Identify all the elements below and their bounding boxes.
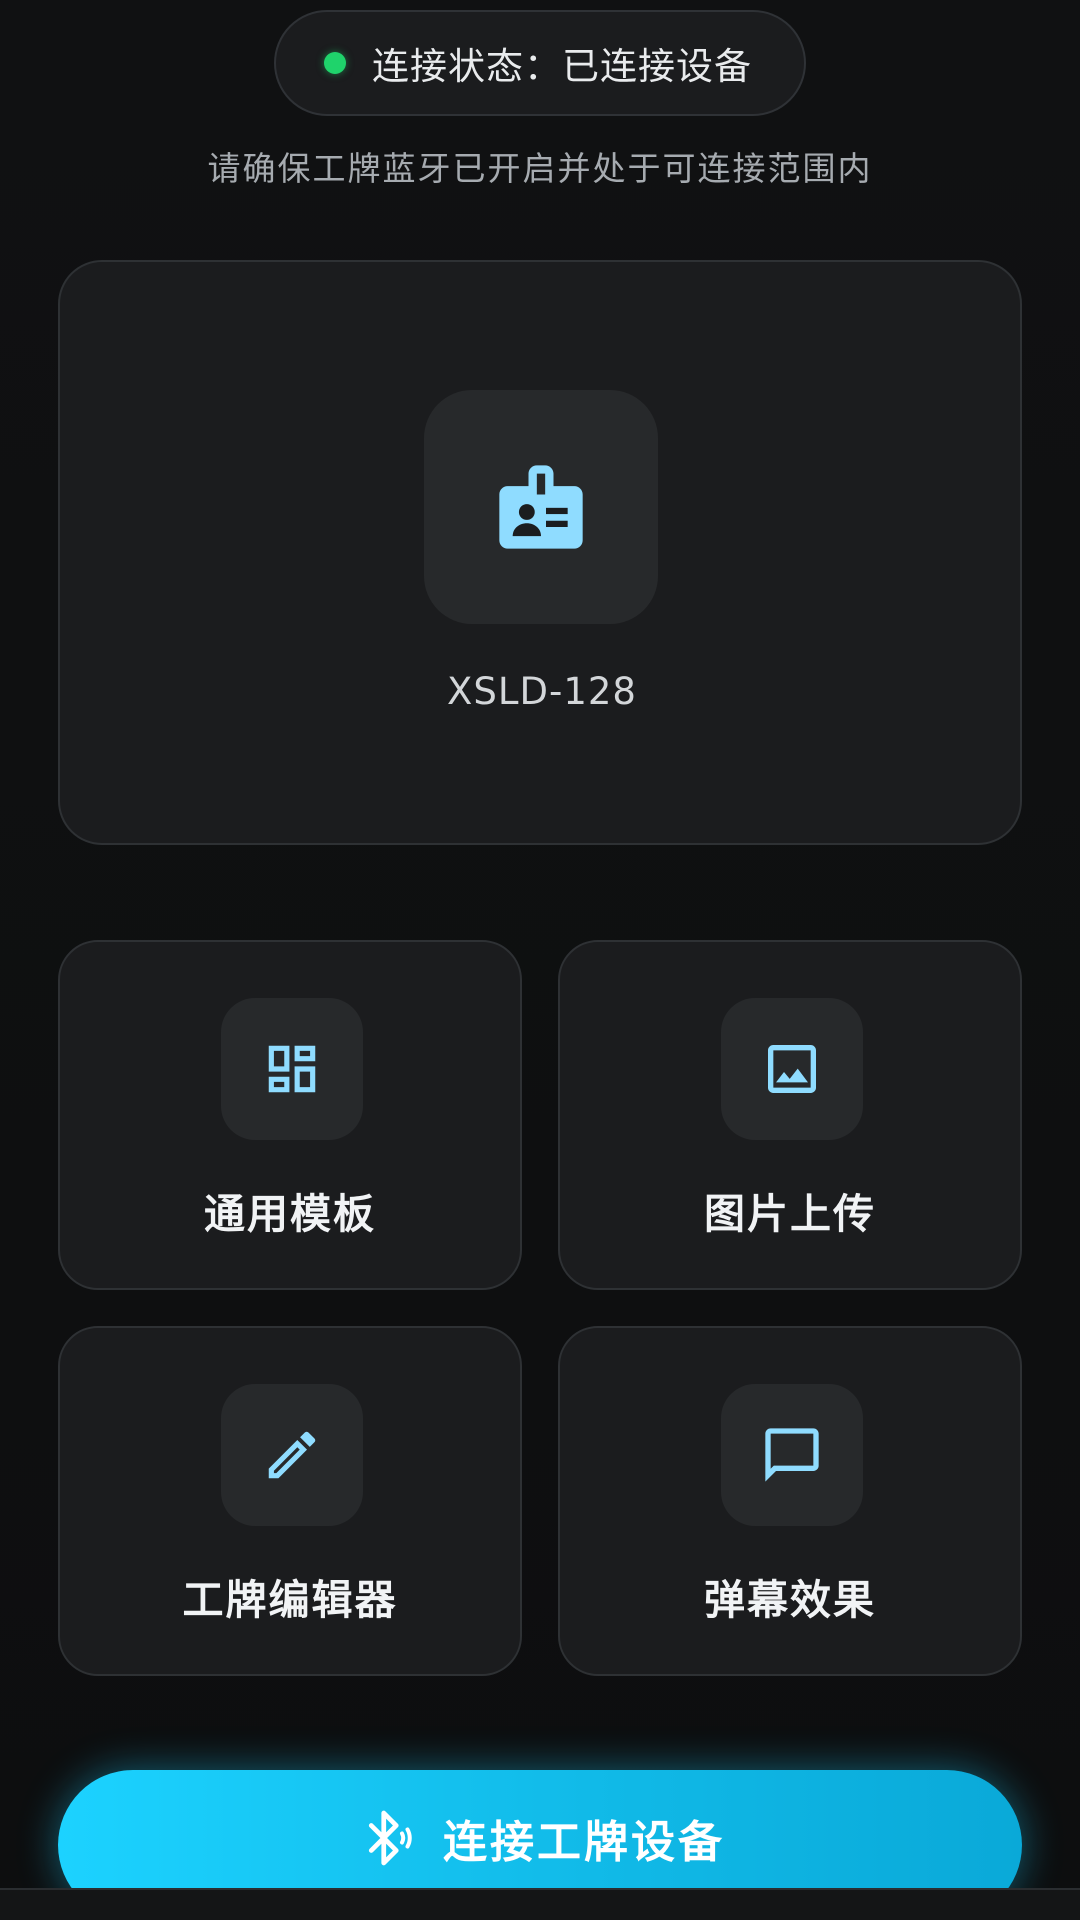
template-grid-icon — [268, 1045, 316, 1093]
pencil-icon — [268, 1431, 316, 1479]
feature-icon-tile — [721, 998, 863, 1140]
device-name: XSLD-128 — [447, 670, 637, 713]
connect-button-label: 连接工牌设备 — [443, 1817, 725, 1868]
bluetooth-hint: 请确保工牌蓝牙已开启并处于可连接范围内 — [207, 149, 873, 188]
feature-card-badge-editor[interactable]: 工牌编辑器 — [58, 1326, 522, 1676]
image-icon — [768, 1045, 816, 1093]
device-icon-tile — [424, 390, 658, 624]
feature-icon-tile — [221, 1384, 363, 1526]
badge-icon — [499, 465, 583, 549]
feature-card-danmaku[interactable]: 弹幕效果 — [558, 1326, 1022, 1676]
feature-card-image-upload[interactable]: 图片上传 — [558, 940, 1022, 1290]
feature-label-danmaku: 弹幕效果 — [704, 1576, 876, 1624]
bluetooth-icon — [368, 1810, 412, 1866]
connection-status-pill: 连接状态：已连接设备 — [274, 10, 806, 116]
status-dot-icon — [324, 52, 346, 74]
bottom-edge-bar — [0, 1888, 1080, 1920]
connect-button-content: 连接工牌设备 — [355, 1806, 725, 1870]
device-card[interactable]: XSLD-128 — [58, 260, 1022, 845]
feature-icon-tile — [221, 998, 363, 1140]
connection-status-text: 连接状态：已连接设备 — [372, 45, 752, 88]
feature-card-templates[interactable]: 通用模板 — [58, 940, 522, 1290]
chat-bubble-icon — [765, 1428, 819, 1482]
feature-label-templates: 通用模板 — [204, 1190, 376, 1238]
feature-label-badge-editor: 工牌编辑器 — [182, 1576, 398, 1624]
feature-label-image-upload: 图片上传 — [704, 1190, 876, 1238]
feature-icon-tile — [721, 1384, 863, 1526]
app-screen: 连接状态：已连接设备 请确保工牌蓝牙已开启并处于可连接范围内 XSLD-128 … — [0, 0, 1080, 1920]
